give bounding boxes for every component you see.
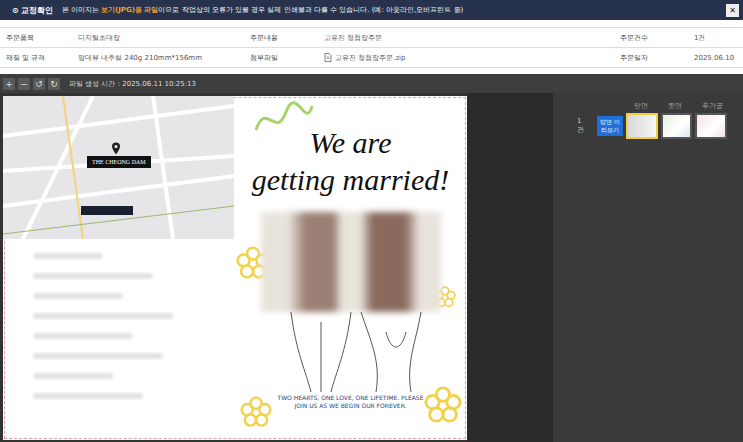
file-time: 파일 생성 시간 : 2025.06.11 10:25:13 [69, 79, 196, 89]
map-page: THE CHEONG DAM [3, 96, 234, 440]
flower-icon [424, 386, 462, 424]
pin-icon [111, 142, 121, 155]
info-value: 랑데뷰 내추럴 240g 210mm*156mm [72, 48, 244, 68]
flower-icon [240, 396, 272, 428]
info-label: 주문건수 [614, 28, 688, 48]
info-label: 주문내용 [244, 28, 318, 48]
side-column-label: 앞면 [634, 101, 648, 111]
info-value[interactable]: 고유진 청첩장주문.zip [318, 48, 614, 68]
proof-canvas: THE CHEONG DAM We aregetting married! TWO … [3, 96, 467, 440]
side-column-label: 후가공 [702, 101, 723, 111]
zoom-button[interactable]: − [18, 78, 30, 90]
notice-bar: ⊙ 교정확인 본 이미지는 보기(JPG)용 파일이므로 작업상의 오류가 있을 … [0, 0, 743, 20]
info-value: 디지털초대장 [72, 28, 244, 48]
zoom-button[interactable]: ↻ [48, 78, 60, 90]
map: THE CHEONG DAM [3, 96, 234, 239]
notice-text: 본 이미지는 보기(JPG)용 파일이므로 작업상의 오류가 있을 경우 실제 … [62, 5, 719, 15]
couple-photo [261, 212, 441, 312]
page-panel: 앞면 뒷면 후가공 1건 양면 미리보기 [553, 93, 743, 442]
couple-drawing-icon [251, 312, 451, 392]
squiggle-icon [254, 100, 314, 140]
zoom-button[interactable]: + [3, 78, 15, 90]
toolbar: +−↺↻ 파일 생성 시간 : 2025.06.11 10:25:13 [0, 74, 743, 93]
page-count: 1건 [577, 117, 588, 135]
station-label [81, 206, 133, 215]
page-thumbnail[interactable] [661, 113, 693, 139]
info-value: 2025.06.10 [688, 48, 743, 68]
tagline: TWO HEARTS, ONE LOVE, ONE LIFETIME. PLEA… [271, 394, 431, 410]
order-info-table: 주문품목 디지털초대장주문내용 고유진 청첩장주문주문건수 1건재질 및 규격 … [0, 27, 743, 68]
map-label: THE CHEONG DAM [87, 156, 151, 168]
info-label: 재질 및 규격 [0, 48, 72, 68]
stage: THE CHEONG DAM We aregetting married! TWO … [0, 93, 467, 442]
close-button[interactable]: ✕ [726, 4, 739, 17]
preview-button[interactable]: 양면 미리보기 [597, 116, 623, 136]
zoom-button[interactable]: ↺ [33, 78, 45, 90]
proof-viewer: ⊙ 교정확인 본 이미지는 보기(JPG)용 파일이므로 작업상의 오류가 있을 … [0, 0, 743, 442]
main-area: THE CHEONG DAM We aregetting married! TWO … [0, 93, 743, 442]
blurred-text [3, 239, 234, 413]
info-label: 주문품목 [0, 28, 72, 48]
info-label: 첨부파일 [244, 48, 318, 68]
page-thumbnail[interactable] [695, 113, 727, 139]
invitation-title: We aregetting married! [234, 124, 467, 198]
info-label: 주문일자 [614, 48, 688, 68]
divider [467, 93, 553, 442]
info-value: 고유진 청첩장주문 [318, 28, 614, 48]
file-icon [324, 53, 332, 62]
page-thumbnail[interactable] [626, 113, 658, 139]
side-column-label: 뒷면 [668, 101, 682, 111]
info-value: 1건 [688, 28, 743, 48]
invitation-page: We aregetting married! TWO HEARTS, ONE LO… [234, 96, 467, 440]
notice-title: ⊙ 교정확인 [12, 5, 54, 16]
